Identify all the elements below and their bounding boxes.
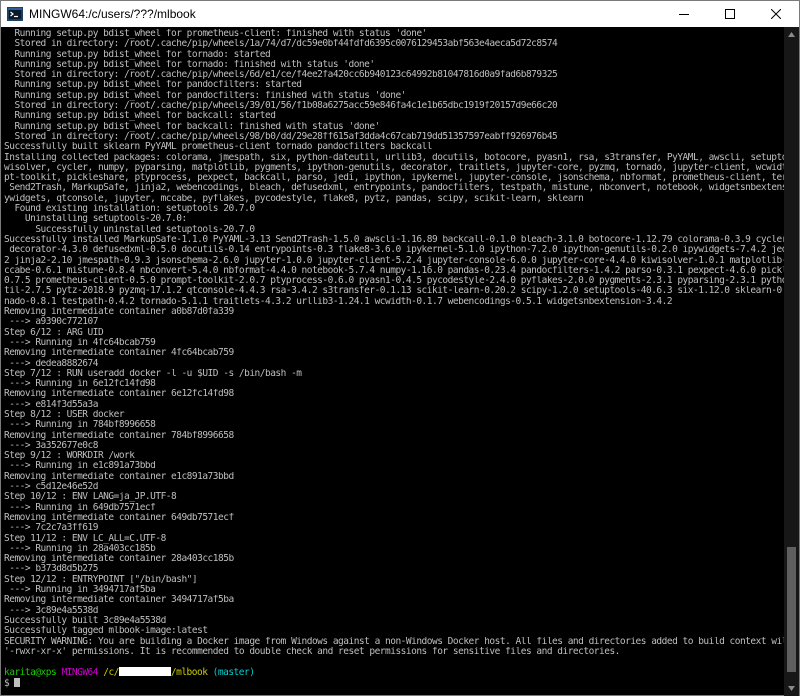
prompt-symbol: $ xyxy=(4,677,10,688)
terminal-line: wisolver, cycler, numpy, pyparsing, matp… xyxy=(4,162,786,173)
terminal-line: Step 7/12 : RUN useradd docker -l -u $UI… xyxy=(4,368,302,379)
minimize-button[interactable] xyxy=(661,1,707,27)
terminal-line: Successfully uninstalled setuptools-20.7… xyxy=(4,224,255,235)
terminal-line: Removing intermediate container e1c891a7… xyxy=(4,471,234,482)
terminal-lines: Running setup.py bdist_wheel for prometh… xyxy=(4,29,786,667)
prompt-path: /c/ /mlbook xyxy=(103,667,208,678)
terminal-line: Uninstalling setuptools-20.7.0: xyxy=(4,214,187,225)
terminal-line: Removing intermediate container 784bf899… xyxy=(4,430,234,441)
terminal-line: Stored in directory: /root/.cache/pip/wh… xyxy=(4,39,558,50)
terminal-line: Send2Trash, MarkupSafe, jinja2, webencod… xyxy=(4,183,786,194)
scroll-up-icon xyxy=(788,32,795,37)
terminal-line: Removing intermediate container a0b87d0f… xyxy=(4,307,234,318)
terminal-line: ---> a9390c772107 xyxy=(4,317,98,328)
terminal-line: ---> Running in 3494717af5ba xyxy=(4,585,156,596)
terminal-line: Running setup.py bdist_wheel for pandocf… xyxy=(4,80,302,91)
terminal-line: ---> 3a352677e0c8 xyxy=(4,440,98,451)
prompt-host: MINGW64 xyxy=(61,667,98,678)
scroll-down-icon xyxy=(788,686,795,691)
prompt-branch: (master) xyxy=(212,667,255,678)
terminal-line: Running setup.py bdist_wheel for backcal… xyxy=(4,111,276,122)
terminal-line: ---> b373d8d5b275 xyxy=(4,564,98,575)
maximize-button[interactable] xyxy=(707,1,753,27)
terminal-line: Successfully installed MarkupSafe-1.1.0 … xyxy=(4,234,786,245)
terminal-line: ---> Running in 784bf8996658 xyxy=(4,420,156,431)
title-bar[interactable]: MINGW64:/c/users/???/mlbook xyxy=(1,1,799,27)
terminal-line: decorator-4.3.0 defusedxml-0.5.0 docutil… xyxy=(4,245,786,256)
terminal-line: 0.7.5 prometheus-client-0.5.0 prompt-too… xyxy=(4,276,786,287)
terminal-line: ywidgets, qtconsole, jupyter, mccabe, py… xyxy=(4,193,584,204)
terminal-output[interactable]: Running setup.py bdist_wheel for prometh… xyxy=(1,27,786,696)
window-controls xyxy=(661,1,799,27)
terminal-line: Running setup.py bdist_wheel for pandocf… xyxy=(4,90,406,101)
terminal-line: ---> Running in 649db7571ecf xyxy=(4,502,156,513)
terminal-line: ---> Running in 28a403cc185b xyxy=(4,543,156,554)
terminal-line: ---> c5d12e46e52d xyxy=(4,482,98,493)
minimize-icon xyxy=(679,14,689,15)
terminal-window: MINGW64:/c/users/???/mlbook Running setu… xyxy=(0,0,800,696)
terminal-line: Successfully built 3c89e4a5538d xyxy=(4,615,166,626)
terminal-line: Running setup.py bdist_wheel for tornado… xyxy=(4,59,375,70)
redacted-username xyxy=(118,667,171,677)
prompt-path-prefix: /c/ xyxy=(103,667,119,678)
scroll-up-button[interactable] xyxy=(784,27,799,42)
terminal-line: Removing intermediate container 649db757… xyxy=(4,512,234,523)
input-line[interactable]: $ xyxy=(4,677,786,688)
close-icon xyxy=(771,9,781,19)
terminal-line: Running setup.py bdist_wheel for prometh… xyxy=(4,29,427,39)
terminal-line: Running setup.py bdist_wheel for tornado… xyxy=(4,49,271,60)
terminal-line: Removing intermediate container 28a403cc… xyxy=(4,554,234,565)
terminal-line: Step 10/12 : ENV LANG=ja_JP.UTF-8 xyxy=(4,492,177,503)
terminal-line: Stored in directory: /root/.cache/pip/wh… xyxy=(4,101,558,112)
terminal-line: Step 9/12 : WORKDIR /work xyxy=(4,451,135,462)
terminal-line: pt-toolkit, pickleshare, ptyprocess, pex… xyxy=(4,173,786,184)
terminal-line: Step 12/12 : ENTRYPOINT ["/bin/bash"] xyxy=(4,574,198,585)
terminal-line: Successfully tagged mlbook-image:latest xyxy=(4,626,208,637)
maximize-icon xyxy=(725,9,735,19)
prompt-user: karita@xps xyxy=(4,667,57,678)
terminal-line: til-2.7.5 pytz-2018.9 pyzmq-17.1.2 qtcon… xyxy=(4,286,786,297)
terminal-line: Installing collected packages: colorama,… xyxy=(4,152,786,163)
terminal-line: ---> 3c89e4a5538d xyxy=(4,605,98,616)
terminal-line: ---> Running in 4fc64bcab759 xyxy=(4,337,156,348)
terminal-line: ---> Running in 6e12fc14fd98 xyxy=(4,379,156,390)
terminal-line: Successfully built sklearn PyYAML promet… xyxy=(4,142,433,153)
scroll-thumb[interactable] xyxy=(787,547,796,672)
terminal-line: 2 jinja2-2.10 jmespath-0.9.3 jsonschema-… xyxy=(4,255,786,266)
terminal-line: SECURITY WARNING: You are building a Doc… xyxy=(4,636,786,647)
vertical-scrollbar[interactable] xyxy=(784,27,799,696)
terminal-line: Stored in directory: /root/.cache/pip/wh… xyxy=(4,131,558,142)
scroll-down-button[interactable] xyxy=(784,681,799,696)
close-button[interactable] xyxy=(753,1,799,27)
terminal-line: Removing intermediate container 6e12fc14… xyxy=(4,389,234,400)
terminal-line: Found existing installation: setuptools … xyxy=(4,204,255,215)
text-cursor xyxy=(14,677,21,687)
terminal-line: Step 8/12 : USER docker xyxy=(4,409,125,420)
prompt-path-suffix: /mlbook xyxy=(170,667,208,678)
terminal-line: Removing intermediate container 3494717a… xyxy=(4,595,234,606)
terminal-line: ---> Running in e1c891a73bbd xyxy=(4,461,156,472)
terminal-line: nado-0.8.1 testpath-0.4.2 tornado-5.1.1 … xyxy=(4,296,673,307)
terminal-line: ---> 7c2c7a3ff619 xyxy=(4,523,98,534)
terminal-line: Stored in directory: /root/.cache/pip/wh… xyxy=(4,70,558,81)
terminal-line: Step 11/12 : ENV LC_ALL=C.UTF-8 xyxy=(4,533,166,544)
terminal-line: ccabe-0.6.1 mistune-0.8.4 nbconvert-5.4.… xyxy=(4,265,786,276)
mingw-terminal-icon xyxy=(7,7,23,21)
terminal-line: ---> dedea8882674 xyxy=(4,358,98,369)
terminal-line: Removing intermediate container 4fc64bca… xyxy=(4,348,234,359)
prompt-line: karita@xps MINGW64 /c/ /mlbook (master) xyxy=(4,667,786,678)
terminal-line: '-rwxr-xr-x' permissions. It is recommen… xyxy=(4,646,620,657)
terminal-line: Running setup.py bdist_wheel for backcal… xyxy=(4,121,380,132)
terminal-line: Step 6/12 : ARG UID xyxy=(4,327,104,338)
window-title: MINGW64:/c/users/???/mlbook xyxy=(29,7,196,21)
terminal-line: ---> e814f3d55a3a xyxy=(4,399,98,410)
